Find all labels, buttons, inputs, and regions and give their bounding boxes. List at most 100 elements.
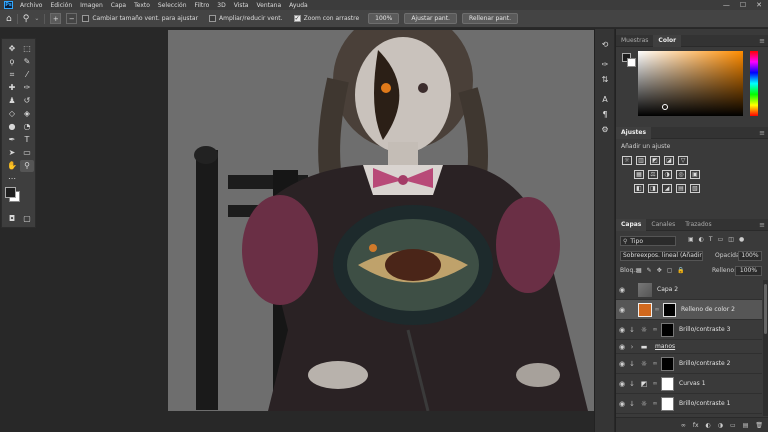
gradient-map-icon[interactable]: ▤ [676, 184, 686, 193]
visibility-eye-icon[interactable]: ◉ [616, 400, 628, 408]
visibility-eye-icon[interactable]: ◉ [616, 326, 628, 334]
background-color-chip[interactable] [627, 58, 636, 67]
layer-name[interactable]: manos [655, 343, 675, 350]
lasso-tool-icon[interactable]: ϙ [5, 56, 19, 68]
clone-stamp-tool-icon[interactable]: ♟ [5, 95, 19, 107]
lock-all-icon[interactable]: 🔒 [677, 267, 684, 274]
layer-name[interactable]: Brillo/contraste 1 [679, 400, 730, 407]
fit-screen-button[interactable]: Ajustar pant. [404, 13, 457, 24]
quick-mask-icon[interactable]: ◘ [5, 213, 19, 225]
visibility-eye-icon[interactable]: ◉ [616, 343, 628, 351]
type-filter-icon[interactable]: T [709, 236, 713, 243]
healing-brush-tool-icon[interactable]: ✚ [5, 82, 19, 94]
color-picker-field[interactable] [638, 51, 743, 116]
photo-filter-icon[interactable]: ◎ [676, 170, 686, 179]
zoom-all-windows-checkbox[interactable]: Ampliar/reducir vent. [209, 15, 283, 22]
threshold-icon[interactable]: ◢ [662, 184, 672, 193]
panel-menu-icon[interactable]: ≡ [759, 37, 765, 45]
layer-row[interactable]: ◉ ↓ ☼ ∞ Brillo/contraste 2 [616, 354, 762, 374]
delete-layer-icon[interactable]: 🗑 [755, 422, 763, 429]
visibility-eye-icon[interactable]: ◉ [616, 360, 628, 368]
menu-edicion[interactable]: Edición [46, 2, 76, 9]
brightness-adjust-icon[interactable]: ☼ [622, 156, 632, 165]
tool-preset-chevron-icon[interactable]: ⌄ [34, 15, 39, 22]
invert-icon[interactable]: ◧ [634, 184, 644, 193]
adjust-filter-icon[interactable]: ◐ [699, 236, 704, 243]
tab-trazados[interactable]: Trazados [680, 219, 716, 231]
history-brush-tool-icon[interactable]: ↺ [20, 95, 34, 107]
lock-artboard-icon[interactable]: ▢ [667, 267, 673, 274]
visibility-eye-icon[interactable]: ◉ [616, 306, 628, 314]
link-icon[interactable]: ∞ [654, 306, 660, 313]
type-tool-icon[interactable]: T [20, 134, 34, 146]
dodge-tool-icon[interactable]: ◔ [20, 121, 34, 133]
layer-style-icon[interactable]: fx [693, 422, 699, 429]
scrubby-zoom-checkbox[interactable]: ✓ Zoom con arrastre [293, 15, 359, 22]
color-balance-icon[interactable]: ⚖ [648, 170, 658, 179]
shape-filter-icon[interactable]: ▭ [718, 236, 724, 243]
eyedropper-tool-icon[interactable]: ⁄ [20, 69, 34, 81]
maximize-icon[interactable]: ☐ [740, 1, 746, 9]
crop-tool-icon[interactable]: ⌗ [5, 69, 19, 81]
quick-select-tool-icon[interactable]: ✎ [20, 56, 34, 68]
link-icon[interactable]: ∞ [652, 380, 658, 387]
layer-name[interactable]: Relleno de color 2 [681, 306, 735, 313]
hand-tool-icon[interactable]: ✋ [5, 160, 19, 172]
home-icon[interactable]: ⌂ [6, 14, 12, 24]
filter-toggle-icon[interactable]: ● [739, 236, 744, 243]
color-picker-cursor[interactable] [662, 104, 668, 110]
hue-saturation-icon[interactable]: ▦ [634, 170, 644, 179]
fill-screen-button[interactable]: Rellenar pant. [461, 13, 518, 24]
tab-color[interactable]: Color [653, 34, 682, 47]
new-layer-icon[interactable]: ▤ [743, 422, 749, 429]
paragraph-panel-icon[interactable]: ¶ [598, 109, 612, 121]
scrollbar-thumb[interactable] [764, 284, 767, 334]
group-chevron-icon[interactable]: › [628, 343, 636, 351]
zoom-value-button[interactable]: 100% [368, 13, 400, 24]
link-layers-icon[interactable]: ∞ [681, 422, 686, 429]
blend-mode-select[interactable]: Sobreexpos. lineal (Añadir) [620, 251, 703, 261]
checkbox-box[interactable] [209, 15, 217, 22]
tab-muestras[interactable]: Muestras [616, 35, 653, 47]
tab-ajustes[interactable]: Ajustes [616, 126, 652, 139]
menu-archivo[interactable]: Archivo [16, 2, 46, 9]
menu-seleccion[interactable]: Selección [154, 2, 191, 9]
tab-canales[interactable]: Canales [646, 219, 680, 231]
zoom-in-button[interactable]: + [50, 13, 62, 24]
eraser-tool-icon[interactable]: ◇ [5, 108, 19, 120]
zoom-tool-icon[interactable]: ⚲ [20, 160, 34, 172]
add-mask-icon[interactable]: ◐ [706, 422, 711, 429]
layer-row[interactable]: ◉ Capa 2 [616, 280, 762, 300]
path-select-tool-icon[interactable]: ➤ [5, 147, 19, 159]
panel-menu-icon[interactable]: ≡ [759, 129, 765, 137]
new-group-icon[interactable]: ▭ [730, 422, 736, 429]
layer-name[interactable]: Brillo/contraste 2 [679, 360, 730, 367]
new-adjustment-icon[interactable]: ◑ [718, 422, 723, 429]
libraries-panel-icon[interactable]: ⚙ [598, 124, 612, 136]
link-icon[interactable]: ∞ [652, 326, 658, 333]
zoom-out-button[interactable]: − [66, 13, 78, 24]
move-tool-icon[interactable]: ✥ [5, 43, 19, 55]
visibility-eye-icon[interactable]: ◉ [616, 380, 628, 388]
layers-scrollbar[interactable] [763, 280, 768, 416]
levels-adjust-icon[interactable]: ▥ [636, 156, 646, 165]
menu-ventana[interactable]: Ventana [252, 2, 285, 9]
screen-mode-icon[interactable]: ▢ [20, 213, 34, 225]
curves-adjust-icon[interactable]: ◩ [650, 156, 660, 165]
layer-row[interactable]: ◉ ↓ ◩ ∞ Curvas 1 [616, 374, 762, 394]
document-canvas[interactable] [168, 30, 602, 411]
marquee-tool-icon[interactable]: ⬚ [20, 43, 34, 55]
layer-filter-select[interactable]: ⚲ Tipo [620, 236, 676, 246]
minimize-icon[interactable]: — [723, 1, 730, 9]
black-white-icon[interactable]: ◑ [662, 170, 672, 179]
exposure-adjust-icon[interactable]: ◪ [664, 156, 674, 165]
channel-mixer-icon[interactable]: ▣ [690, 170, 700, 179]
menu-texto[interactable]: Texto [130, 2, 154, 9]
lock-transparent-icon[interactable]: ▦ [636, 267, 642, 274]
layer-row[interactable]: ◉ ↓ ☼ ∞ Brillo/contraste 3 [616, 320, 762, 340]
vibrance-adjust-icon[interactable]: ▽ [678, 156, 688, 165]
checkbox-box-checked[interactable]: ✓ [293, 15, 301, 22]
brush-tool-icon[interactable]: ✑ [20, 82, 34, 94]
selective-color-icon[interactable]: ▧ [690, 184, 700, 193]
opacity-input[interactable]: 100% [738, 251, 762, 261]
